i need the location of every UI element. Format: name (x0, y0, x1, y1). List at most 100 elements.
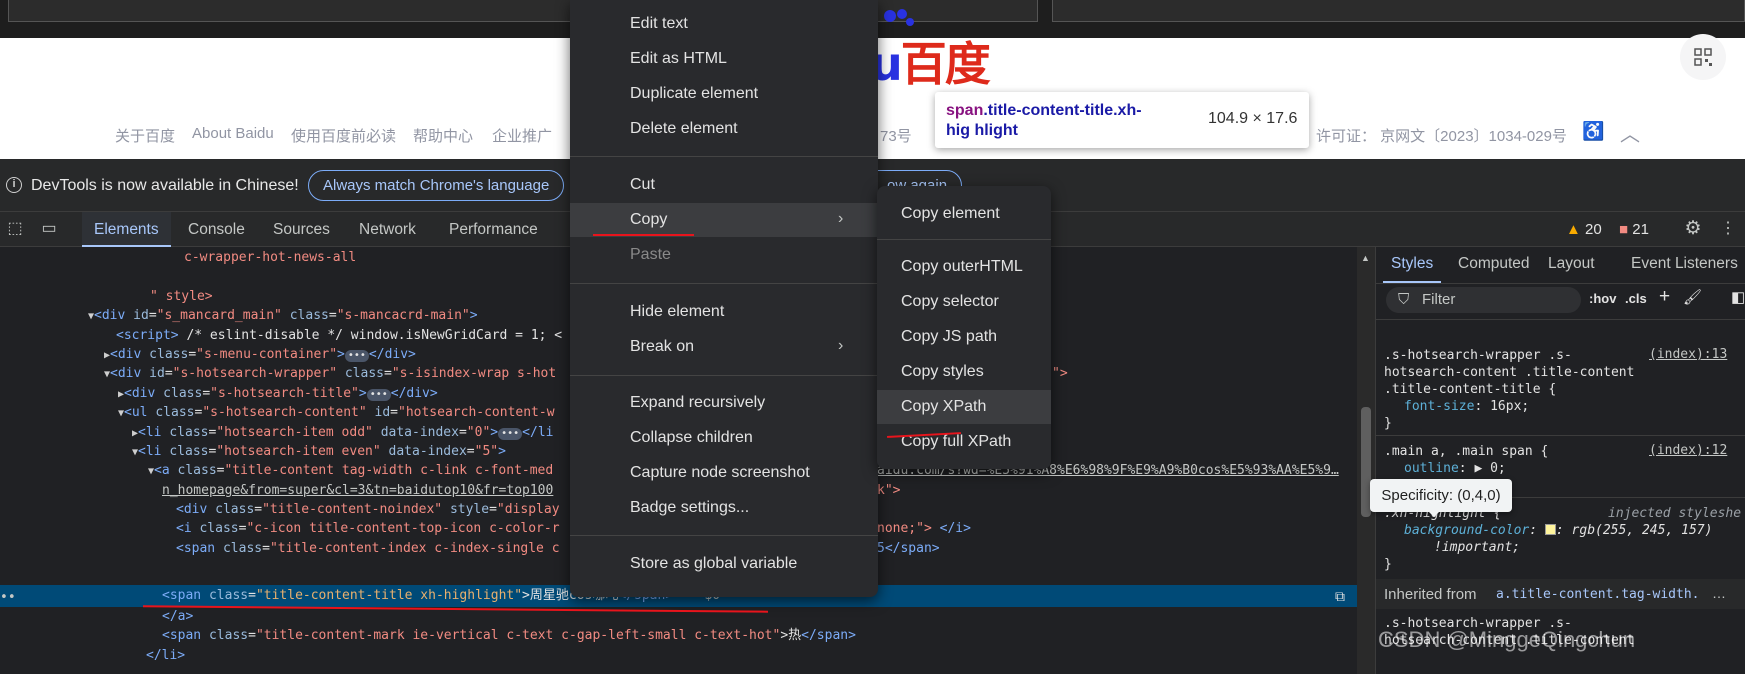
ellipsis-badge[interactable]: ••• (344, 350, 369, 362)
search-box-right[interactable] (1052, 0, 1745, 22)
menu-item-duplicate-element[interactable]: Duplicate element (570, 77, 878, 111)
css-rule-selector[interactable]: .title-content-title { (1384, 381, 1556, 398)
node-hover-tooltip: span.title-content-title.xh-hig hlight 1… (935, 92, 1309, 148)
menu-item-edit-text[interactable]: Edit text (570, 7, 878, 41)
filter-icon: ⛉ (1398, 291, 1410, 308)
inherited-link[interactable]: a.title-content.tag-width. (1496, 587, 1700, 602)
more-options-icon[interactable]: ⋮ (1718, 220, 1738, 238)
chevron-up-icon[interactable]: ︿ (1620, 118, 1640, 147)
css-declaration[interactable]: font-size: 16px; (1404, 398, 1529, 415)
paint-icon[interactable]: 🖌 (1683, 288, 1702, 306)
menu-item-store-as-global-variable[interactable]: Store as global variable (570, 547, 878, 581)
menu-item-break-on[interactable]: Break on (570, 330, 878, 364)
menu-item-copy[interactable]: Copy (570, 203, 878, 237)
menu-item-expand-recursively[interactable]: Expand recursively (570, 386, 878, 420)
menu-item-copy-styles[interactable]: Copy styles (877, 355, 1051, 389)
dom-line[interactable]: <script> /* eslint-disable */ window.isN… (116, 325, 562, 346)
injected-stylesheet-note: injected styleshe (1608, 506, 1742, 521)
dom-line[interactable]: <span class="title-content-mark ie-verti… (162, 625, 856, 646)
css-rule-selector[interactable]: .s-hotsearch-wrapper .s- (1384, 347, 1572, 364)
footer-link-about-en[interactable]: About Baidu (192, 125, 274, 142)
baidu-logo[interactable]: u百度 (870, 28, 991, 94)
warnings-badge[interactable]: ▲ 20 (1566, 221, 1602, 238)
menu-item-copy-selector[interactable]: Copy selector (877, 285, 1051, 319)
menu-item-edit-as-html[interactable]: Edit as HTML (570, 42, 878, 76)
tab-elements[interactable]: Elements (82, 212, 171, 247)
inspect-element-icon[interactable]: ⬚ (5, 220, 25, 238)
settings-gear-icon[interactable]: ⚙ (1683, 219, 1703, 238)
footer-link-help[interactable]: 帮助中心 (413, 125, 473, 146)
add-rule-icon[interactable]: + (1659, 286, 1670, 308)
dom-line[interactable]: ▼<ul class="s-hotsearch-content" id="hot… (118, 402, 555, 423)
dom-line[interactable]: ▼<li class="hotsearch-item even" data-in… (132, 441, 506, 462)
issues-badge[interactable]: ■ 21 (1619, 221, 1649, 238)
node-action-icon[interactable]: ⧉ (1335, 587, 1345, 608)
menu-item-copy-xpath[interactable]: Copy XPath (877, 390, 1051, 424)
menu-item-copy-outerhtml[interactable]: Copy outerHTML (877, 250, 1051, 284)
dom-line[interactable]: ▶<li class="hotsearch-item odd" data-ind… (132, 422, 553, 443)
dom-line[interactable]: ▶<div class="s-menu-container"> ••• </div> (104, 344, 416, 365)
css-important: !important; (1434, 540, 1521, 555)
css-close-brace: } (1384, 557, 1392, 572)
css-source-link[interactable]: (index):13 (1649, 347, 1727, 362)
menu-item-paste: Paste (630, 246, 671, 263)
ellipsis-badge[interactable]: ••• (498, 428, 523, 440)
dom-line-tail: k"> (877, 483, 901, 498)
dom-line[interactable]: ▼<div id="s-hotsearch-wrapper" class="s-… (104, 363, 556, 384)
sidebar-toggle-icon[interactable]: ◧ (1731, 288, 1745, 306)
dom-line[interactable]: " style> (150, 286, 213, 307)
tab-layout[interactable]: Layout (1548, 247, 1595, 283)
dom-line[interactable]: <span class="title-content-index c-index… (176, 538, 560, 559)
node-more-icon[interactable]: •• (0, 587, 16, 608)
dom-line[interactable]: ▼<div id="s_mancard_main" class="s-manca… (88, 305, 478, 326)
footer-link-promo[interactable]: 企业推广 (492, 125, 552, 146)
css-source-link[interactable]: (index):12 (1649, 443, 1727, 458)
css-rule-selector[interactable]: .main a, .main span { (1384, 443, 1548, 460)
color-swatch[interactable] (1544, 524, 1556, 535)
elements-scrollbar[interactable]: ▲ (1357, 247, 1375, 674)
cls-toggle[interactable]: .cls (1625, 291, 1647, 306)
tab-styles[interactable]: Styles (1383, 247, 1442, 283)
dom-line[interactable]: c-wrapper-hot-news-all (184, 247, 356, 268)
menu-separator (877, 239, 1051, 240)
footer-link-terms[interactable]: 使用百度前必读 (291, 125, 396, 146)
info-icon: i (6, 177, 22, 193)
device-toolbar-icon[interactable]: ▭ (39, 220, 59, 238)
ellipsis-badge[interactable]: ••• (366, 389, 391, 401)
menu-separator (570, 156, 878, 157)
scroll-up-icon[interactable]: ▲ (1361, 253, 1370, 263)
menu-separator (570, 535, 878, 536)
tab-event-listeners[interactable]: Event Listeners (1631, 247, 1738, 283)
menu-item-copy-full-xpath[interactable]: Copy full XPath (877, 425, 1051, 459)
menu-item-collapse-children[interactable]: Collapse children (570, 421, 878, 455)
hov-toggle[interactable]: :hov (1589, 291, 1616, 306)
dom-line[interactable]: </a> (162, 606, 193, 627)
dom-link-url[interactable]: n_homepage&from=super&cl=3&tn=baidutop10… (162, 480, 553, 501)
styles-filter-input[interactable]: ⛉ Filter (1386, 287, 1581, 313)
dom-line[interactable]: <i class="c-icon title-content-top-icon … (176, 518, 560, 539)
css-declaration[interactable]: outline: ▶ 0; (1404, 460, 1506, 477)
menu-item-delete-element[interactable]: Delete element (570, 112, 878, 146)
menu-item-cut[interactable]: Cut (570, 168, 878, 202)
menu-item-copy-js-path[interactable]: Copy JS path (877, 320, 1051, 354)
tab-performance[interactable]: Performance (449, 212, 538, 247)
menu-item-capture-node-screenshot[interactable]: Capture node screenshot (570, 456, 878, 490)
tab-computed[interactable]: Computed (1458, 247, 1530, 283)
dom-line[interactable]: ▶<div class="s-hotsearch-title"> ••• </div… (118, 383, 438, 404)
dom-line[interactable]: </li> (146, 645, 185, 666)
css-rule-selector[interactable]: hotsearch-content .title-content (1384, 364, 1634, 381)
menu-item-badge-settings[interactable]: Badge settings... (570, 491, 878, 525)
tab-sources[interactable]: Sources (273, 212, 330, 247)
dom-line[interactable]: <div class="title-content-noindex" style… (176, 499, 560, 520)
dom-line[interactable]: ▼<a class="title-content tag-width c-lin… (148, 460, 553, 481)
footer-link-about[interactable]: 关于百度 (115, 125, 175, 146)
menu-item-copy-element[interactable]: Copy element (877, 197, 1051, 231)
qr-code-icon[interactable] (1680, 34, 1726, 80)
accessibility-icon[interactable]: ♿ (1582, 121, 1604, 142)
tab-network[interactable]: Network (359, 212, 416, 247)
tab-console[interactable]: Console (188, 212, 245, 247)
menu-item-hide-element[interactable]: Hide element (570, 295, 878, 329)
css-declaration[interactable]: background-color: : rgb(255, 245, 157) (1404, 522, 1712, 539)
match-language-button[interactable]: Always match Chrome's language (308, 170, 565, 201)
footer-license[interactable]: 许可证： 京网文〔2023〕1034-029号 (1316, 125, 1567, 146)
